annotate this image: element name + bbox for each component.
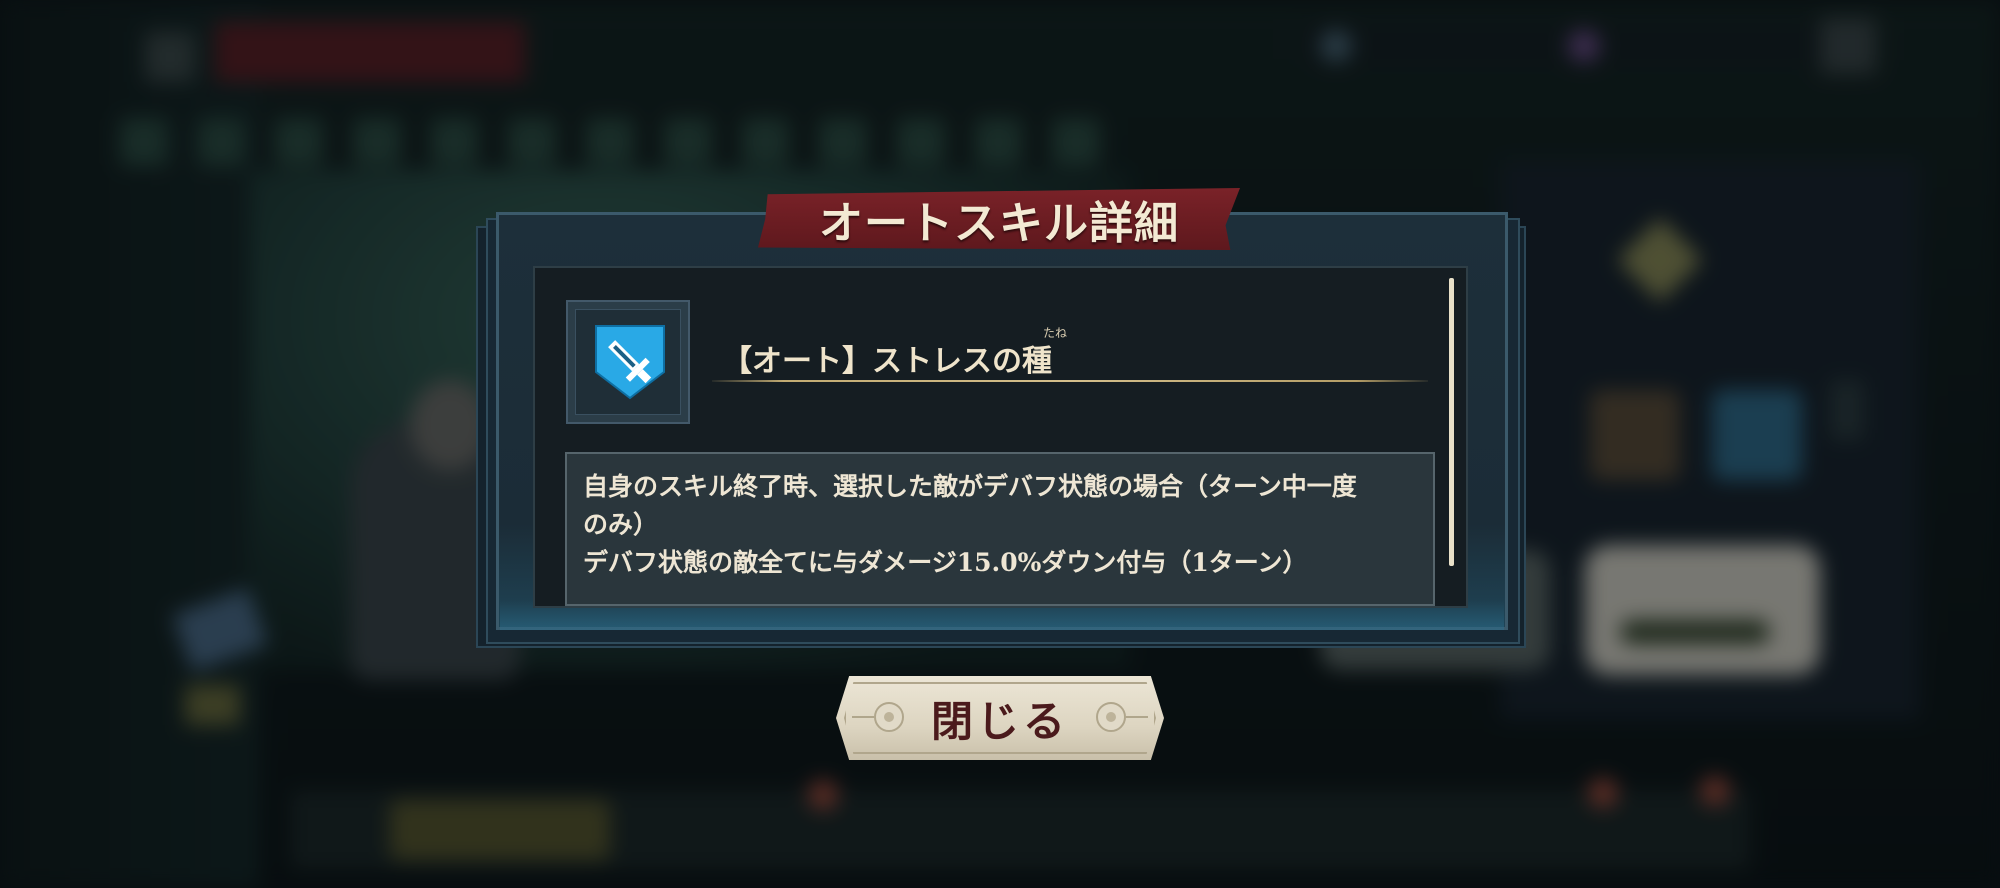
description-line: のみ）: [583, 510, 659, 539]
close-button-label: 閉じる: [930, 696, 1069, 746]
description-line: デバフ状態の敵全てに与ダメージ15.0%ダウン付与（1ターン）: [583, 548, 1308, 577]
description-line: 自身のスキル終了時、選択した敵がデバフ状態の場合（ターン中一度: [583, 472, 1357, 501]
dialog-title: オートスキル詳細: [819, 198, 1179, 249]
scrollbar[interactable]: [1449, 278, 1454, 566]
skill-icon-frame: [566, 300, 690, 424]
sword-shield-icon: [595, 325, 665, 400]
close-button[interactable]: 閉じる: [836, 676, 1164, 760]
skill-description: 自身のスキル終了時、選択した敵がデバフ状態の場合（ターン中一度 のみ） デバフ状…: [565, 452, 1435, 606]
game-screen: オートスキル詳細 たね 【オート】ストレスの種 自身のスキル終了時、選択した敵が…: [0, 0, 2000, 888]
skill-name-divider: [712, 380, 1428, 382]
skill-name: 【オート】ストレスの種: [722, 344, 1052, 379]
